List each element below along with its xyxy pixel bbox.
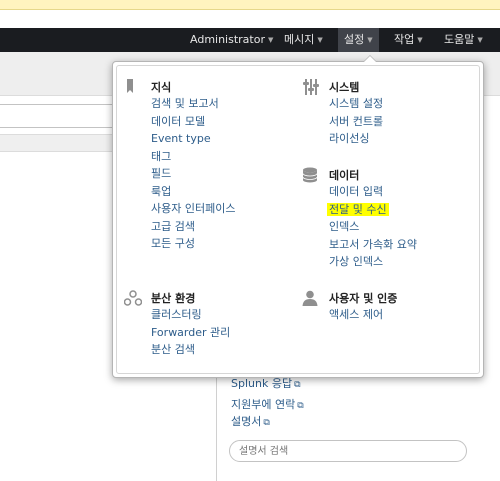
background-table-header [0,134,112,152]
menu-item-label: 인덱스 [329,220,360,233]
nav-administrator-label: Administrator [190,33,265,46]
distributed-list: 클러스터링 Forwarder 관리 분산 검색 [151,307,230,360]
menu-item-label: 보고서 가속화 요약 [329,237,417,251]
sliders-icon [302,79,320,95]
caret-down-icon: ▼ [417,36,423,44]
menu-item-licensing[interactable]: 라이선싱 [329,131,383,149]
external-link-icon: ⧉ [294,380,301,390]
menu-item-label: 모든 구성 [151,237,195,250]
menu-item-label: 필드 [151,167,172,180]
menu-item-label: 액세스 제어 [329,308,384,321]
menu-item-label: 서버 컨트롤 [329,114,384,128]
menu-item-distributed-search[interactable]: 분산 검색 [151,342,230,360]
menu-item-label: 시스템 설정 [329,97,384,110]
banner-spacer [0,10,500,28]
help-link-docs[interactable]: 설명서 ⧉ [231,413,270,429]
section-title-system: 시스템 [329,81,360,94]
menu-item-access-controls[interactable]: 액세스 제어 [329,307,383,325]
menu-item-label: 데이터 입력 [329,185,384,198]
help-link-contact-support[interactable]: 지원부에 연락 ⧉ [231,396,304,412]
menu-item-lookups[interactable]: 룩업 [151,184,235,202]
nav-messages[interactable]: 메시지 ▼ [284,28,323,52]
dropdown-arrow [363,55,377,62]
system-list: 시스템 설정 서버 컨트롤 라이선싱 [329,96,383,149]
menu-item-user-interface[interactable]: 사용자 인터페이스 [151,201,235,219]
users-list: 액세스 제어 [329,307,383,325]
data-list: 데이터 입력 전달 및 수신 인덱스 보고서 가속화 요약 가상 인덱스 [327,184,417,272]
menu-item-label: 가상 인덱스 [329,255,384,268]
menu-item-label: Event type [151,132,211,145]
menu-item-label: 전달 및 수신 [327,202,389,216]
nav-settings-label: 설정 [344,33,365,46]
menu-item-label: 분산 검색 [151,343,195,356]
external-link-icon: ⧉ [297,401,304,411]
menu-item-report-acceleration[interactable]: 보고서 가속화 요약 [329,237,417,255]
menu-item-label: 검색 및 보고서 [151,97,219,110]
menu-item-label: 룩업 [151,184,172,198]
menu-item-forwarder-management[interactable]: Forwarder 관리 [151,325,230,343]
menu-item-label: 고급 검색 [151,219,195,233]
menu-item-all-configurations[interactable]: 모든 구성 [151,236,235,254]
menu-item-event-types[interactable]: Event type [151,131,235,149]
menu-item-server-controls[interactable]: 서버 컨트롤 [329,114,383,132]
help-menu-panel: Splunk 응답 ⧉ 지원부에 연락 ⧉ 설명서 ⧉ [216,370,486,481]
database-icon [302,167,320,183]
help-link-contact-label: 지원부에 연락 [231,398,296,411]
external-link-icon: ⧉ [263,418,270,428]
background-search-input[interactable] [0,104,114,128]
menu-item-clustering[interactable]: 클러스터링 [151,307,230,325]
menu-item-advanced-search[interactable]: 고급 검색 [151,219,235,237]
menu-item-indexes[interactable]: 인덱스 [329,219,417,237]
help-link-answers-label: Splunk 응답 [231,377,293,390]
menu-item-label: 데이터 모델 [151,114,206,128]
menu-item-label: 클러스터링 [151,308,202,321]
caret-down-icon: ▼ [477,36,483,44]
menu-item-virtual-indexes[interactable]: 가상 인덱스 [329,254,417,272]
caret-down-icon: ▼ [367,36,373,44]
menu-item-label: 사용자 인터페이스 [151,202,236,215]
docs-search-input[interactable] [229,440,467,462]
nav-activity[interactable]: 작업 ▼ [394,28,423,52]
menu-item-label: 라이선싱 [329,132,370,145]
menu-item-fields[interactable]: 필드 [151,166,235,184]
caret-down-icon: ▼ [317,36,323,44]
nav-activity-label: 작업 [394,33,415,46]
user-icon [302,290,320,306]
help-link-docs-label: 설명서 [231,415,262,428]
nav-messages-label: 메시지 [284,33,315,46]
menu-item-label: Forwarder 관리 [151,325,231,339]
section-title-data: 데이터 [329,169,360,182]
nav-help-label: 도움말 [444,33,475,46]
menu-item-label: 태그 [151,149,172,163]
menu-item-forwarding-receiving[interactable]: 전달 및 수신 [327,202,417,220]
nav-help[interactable]: 도움말 ▼ [444,28,483,52]
nav-administrator[interactable]: Administrator ▼ [190,28,273,52]
top-navbar: Administrator ▼ 메시지 ▼ 설정 ▼ 작업 ▼ 도움말 ▼ [0,28,500,52]
settings-dropdown-inner: 지식 검색 및 보고서 데이터 모델 Event type 태그 필드 룩업 사… [116,65,480,374]
section-title-knowledge: 지식 [151,81,172,94]
menu-item-system-settings[interactable]: 시스템 설정 [329,96,383,114]
menu-item-tags[interactable]: 태그 [151,149,235,167]
caret-down-icon: ▼ [268,36,274,44]
distributed-nodes-icon [123,290,143,306]
menu-item-searches-reports[interactable]: 검색 및 보고서 [151,96,235,114]
section-title-distributed: 분산 환경 [151,292,196,305]
top-banner-strip [0,0,500,10]
knowledge-list: 검색 및 보고서 데이터 모델 Event type 태그 필드 룩업 사용자 … [151,96,235,254]
bookmark-icon [124,79,142,95]
nav-settings[interactable]: 설정 ▼ [338,28,379,52]
menu-item-data-inputs[interactable]: 데이터 입력 [329,184,417,202]
settings-dropdown-menu: 지식 검색 및 보고서 데이터 모델 Event type 태그 필드 룩업 사… [112,55,484,378]
section-title-users: 사용자 및 인증 [329,292,398,305]
menu-item-data-models[interactable]: 데이터 모델 [151,114,235,132]
